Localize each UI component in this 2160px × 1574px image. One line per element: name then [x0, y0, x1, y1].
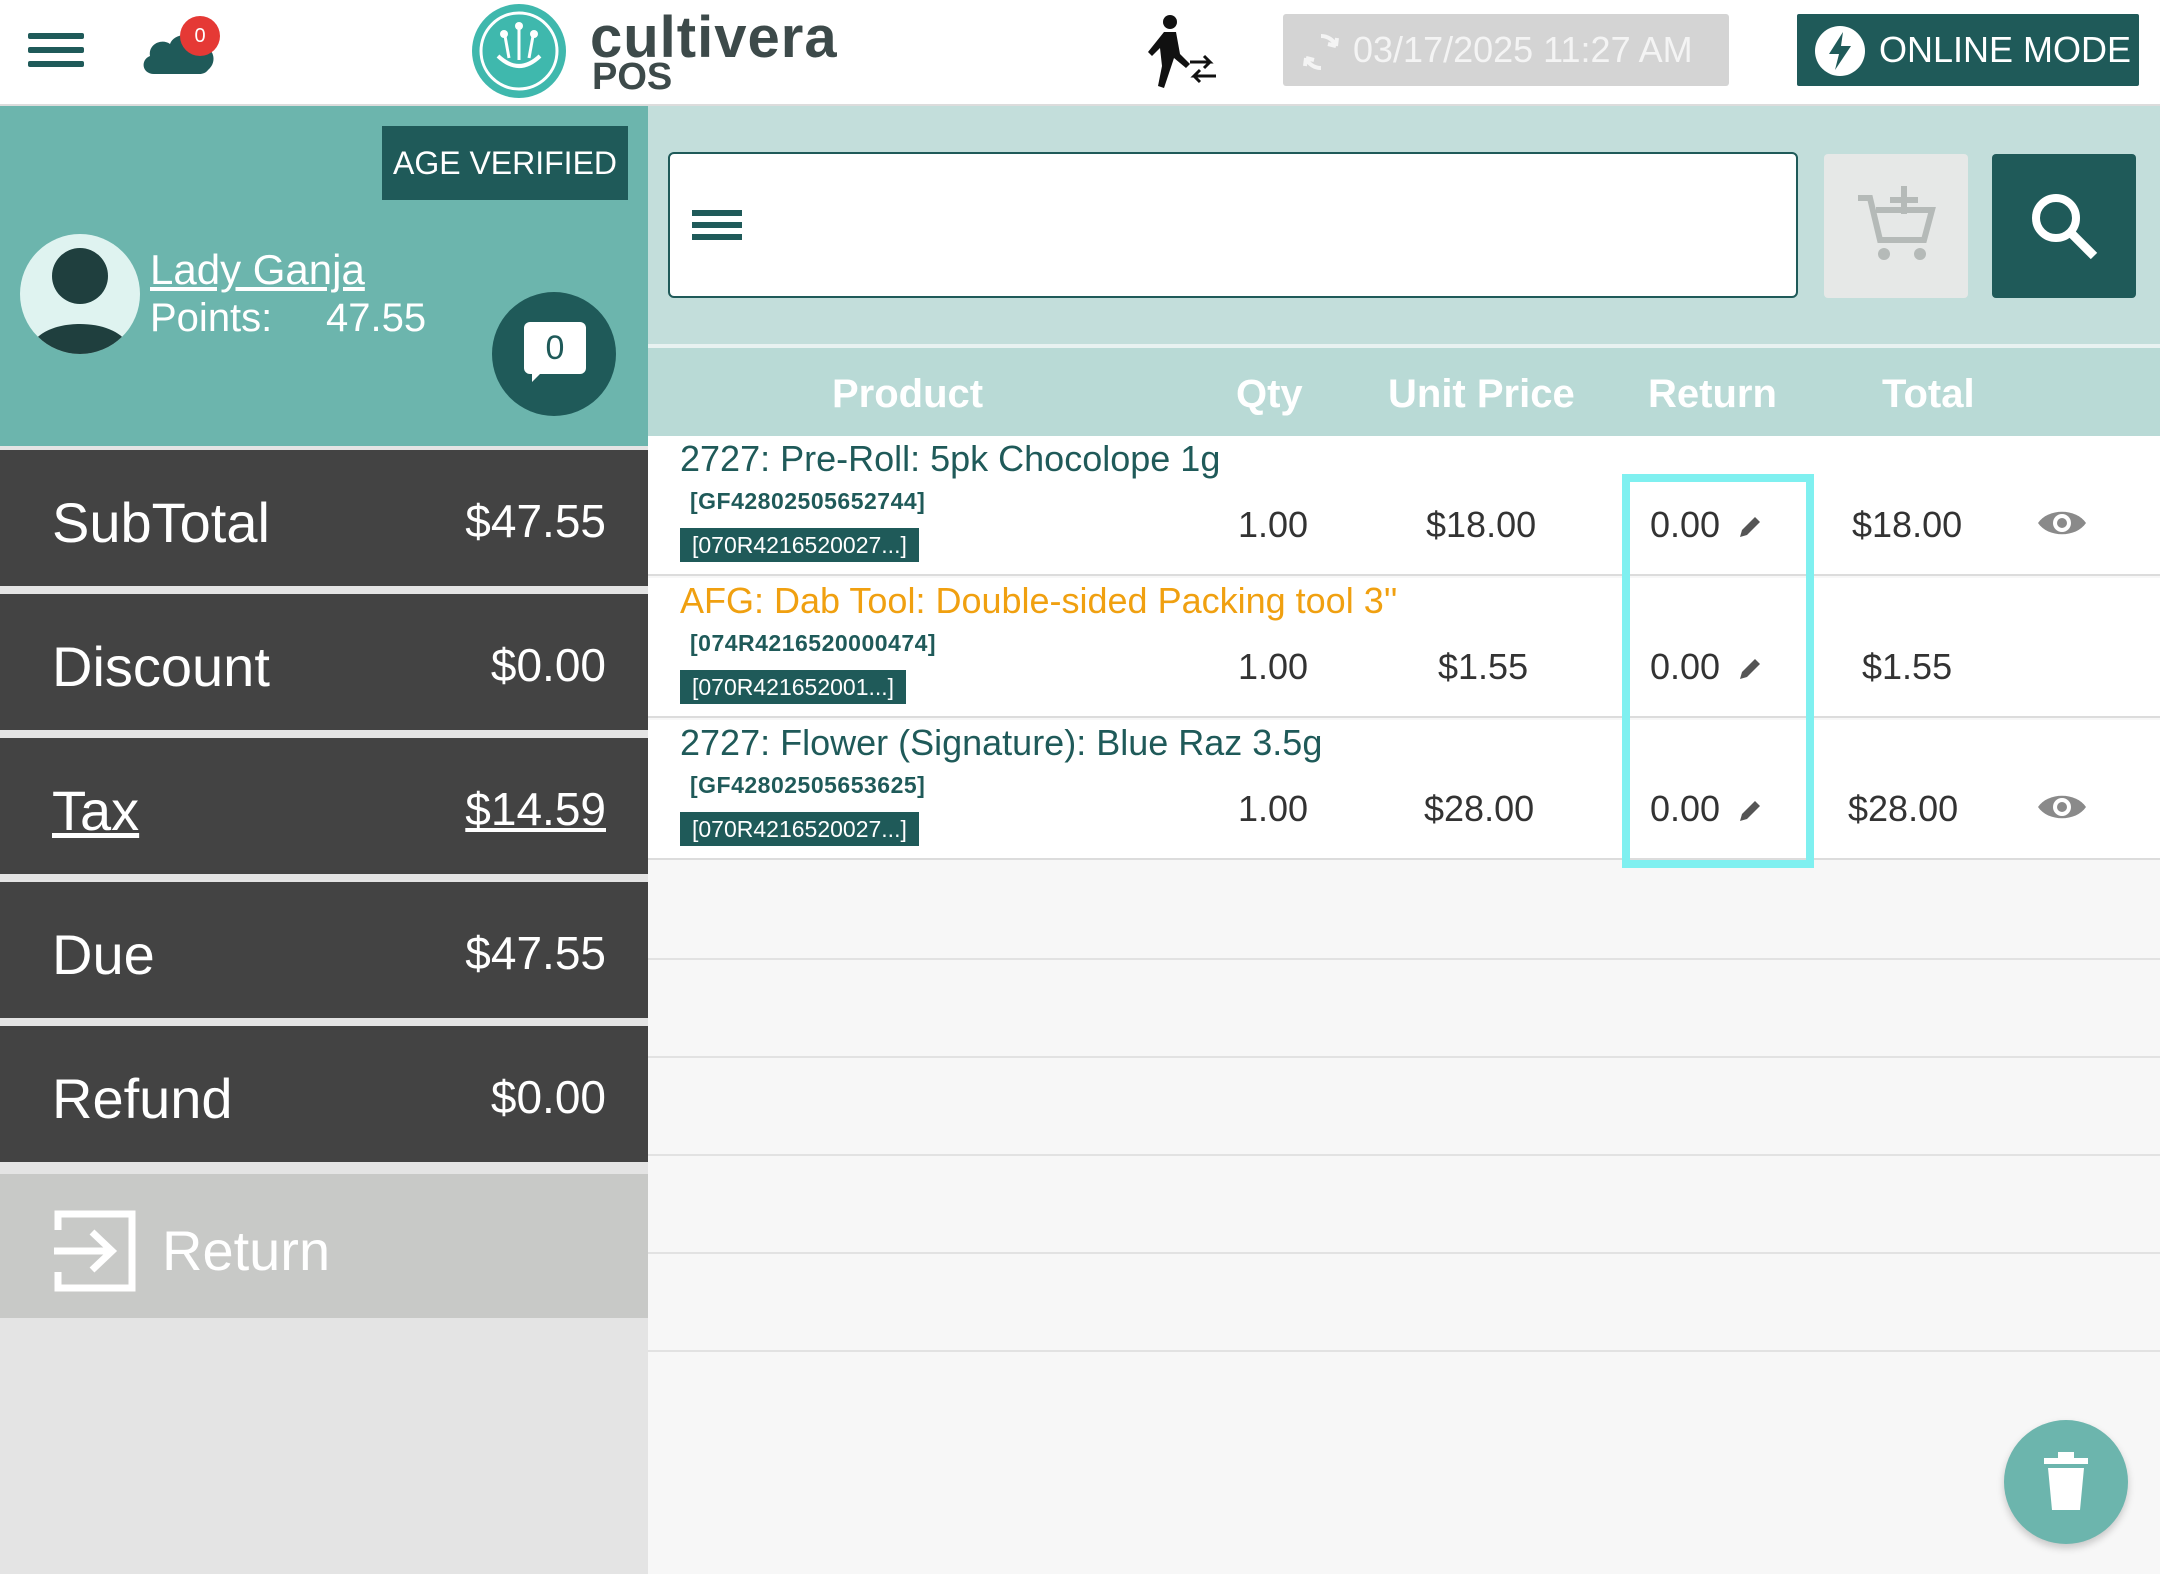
age-verified-badge[interactable]: AGE VERIFIED	[382, 126, 628, 200]
row-qty: 1.00	[1238, 788, 1309, 829]
row-unit-price: $1.55	[1438, 646, 1529, 687]
product-sku: [GF42802505652744]	[690, 488, 926, 514]
sync-icon	[1303, 33, 1339, 71]
right-panel: Product Qty Unit Price Return Total 2727…	[648, 106, 2160, 1574]
clear-cart-button[interactable]	[2004, 1420, 2128, 1544]
table-row[interactable]: AFG: Dab Tool: Double-sided Packing tool…	[648, 578, 2160, 718]
search-button[interactable]	[1992, 154, 2136, 298]
eye-icon[interactable]	[2036, 506, 2088, 540]
product-search-box[interactable]	[668, 152, 1798, 298]
product-name: 2727: Pre-Roll: 5pk Chocolope 1g	[680, 438, 1221, 479]
datetime-text: 03/17/2025 11:27 AM	[1353, 29, 1693, 70]
product-search-input[interactable]	[770, 174, 1770, 278]
app-logo: cultivera POS	[472, 4, 892, 102]
row-qty: 1.00	[1238, 504, 1309, 545]
points-value: 47.55	[326, 296, 427, 340]
logo-subtitle: POS	[592, 56, 673, 98]
list-divider	[648, 958, 2160, 960]
product-name: AFG: Dab Tool: Double-sided Packing tool…	[680, 580, 1398, 621]
header-qty: Qty	[1236, 372, 1303, 416]
due-row: Due $47.55	[0, 878, 648, 1018]
return-column-highlight	[1622, 474, 1814, 868]
product-sku: [GF42802505653625]	[690, 772, 926, 798]
cloud-sync-button[interactable]: 0	[140, 16, 220, 78]
walk-transfer-icon[interactable]	[1146, 14, 1220, 90]
user-avatar-icon	[20, 234, 140, 354]
header-return: Return	[1648, 372, 1777, 416]
list-divider	[648, 1350, 2160, 1352]
row-total: $1.55	[1862, 646, 1953, 687]
product-sku: [074R4216520000474]	[690, 630, 937, 656]
table-row[interactable]: 2727: Pre-Roll: 5pk Chocolope 1g [GF4280…	[648, 436, 2160, 576]
top-bar: 0 cultivera POS 03/17/2025 11:27 AM ONLI…	[0, 0, 2160, 106]
subtotal-row: SubTotal $47.55	[0, 446, 648, 586]
product-tag: [070R4216520027...]	[680, 812, 919, 846]
bolt-icon	[1815, 26, 1865, 76]
refund-row: Refund $0.00	[0, 1022, 648, 1162]
points-label: Points:	[150, 296, 273, 340]
tax-label[interactable]: Tax	[52, 778, 139, 843]
refund-label: Refund	[52, 1067, 233, 1130]
tax-row[interactable]: Tax $14.59	[0, 734, 648, 874]
chat-icon: 0	[524, 322, 586, 374]
row-total: $18.00	[1852, 504, 1963, 545]
row-total: $28.00	[1848, 788, 1959, 829]
product-tag: [070R4216520027...]	[680, 528, 919, 562]
trash-icon	[2044, 1452, 2088, 1510]
cart-add-icon	[1858, 186, 1936, 260]
table-row[interactable]: 2727: Flower (Signature): Blue Raz 3.5g …	[648, 720, 2160, 860]
online-mode-label: ONLINE MODE	[1879, 29, 2132, 70]
tax-value[interactable]: $14.59	[465, 782, 606, 836]
list-divider	[648, 1056, 2160, 1058]
header-total: Total	[1882, 372, 1975, 416]
customer-card: AGE VERIFIED Lady Ganja Points: 47.55 0	[0, 106, 648, 446]
header-unit-price: Unit Price	[1388, 372, 1575, 416]
table-header: Product Qty Unit Price Return Total	[648, 344, 2160, 436]
add-to-cart-button[interactable]	[1824, 154, 1968, 298]
logo-icon	[472, 4, 566, 98]
return-button[interactable]: Return	[0, 1170, 648, 1318]
return-label: Return	[162, 1219, 331, 1282]
subtotal-value: $47.55	[465, 495, 606, 547]
left-panel: AGE VERIFIED Lady Ganja Points: 47.55 0 …	[0, 106, 648, 1574]
due-value: $47.55	[465, 927, 606, 979]
row-unit-price: $28.00	[1424, 788, 1535, 829]
list-divider	[648, 1252, 2160, 1254]
discount-row: Discount $0.00	[0, 590, 648, 730]
datetime-display: 03/17/2025 11:27 AM	[1283, 14, 1729, 86]
online-mode-button[interactable]: ONLINE MODE	[1797, 14, 2139, 86]
row-unit-price: $18.00	[1426, 504, 1537, 545]
list-divider	[648, 1154, 2160, 1156]
header-product: Product	[832, 372, 984, 416]
product-tag: [070R421652001...]	[680, 670, 907, 704]
return-icon	[54, 1210, 136, 1292]
refund-value: $0.00	[490, 1071, 606, 1123]
messages-button[interactable]: 0	[492, 292, 616, 416]
discount-value: $0.00	[490, 639, 606, 691]
discount-label: Discount	[52, 635, 270, 698]
menu-icon[interactable]	[28, 33, 84, 73]
search-menu-icon[interactable]	[692, 210, 742, 246]
customer-name-link[interactable]: Lady Ganja	[150, 246, 365, 294]
row-qty: 1.00	[1238, 646, 1309, 687]
product-name: 2727: Flower (Signature): Blue Raz 3.5g	[680, 722, 1323, 763]
subtotal-label: SubTotal	[52, 491, 270, 554]
notification-badge: 0	[180, 16, 220, 56]
eye-icon[interactable]	[2036, 790, 2088, 824]
due-label: Due	[52, 923, 155, 986]
chat-icon-tail	[532, 368, 546, 382]
search-area	[648, 106, 2160, 344]
search-icon	[2032, 194, 2098, 260]
